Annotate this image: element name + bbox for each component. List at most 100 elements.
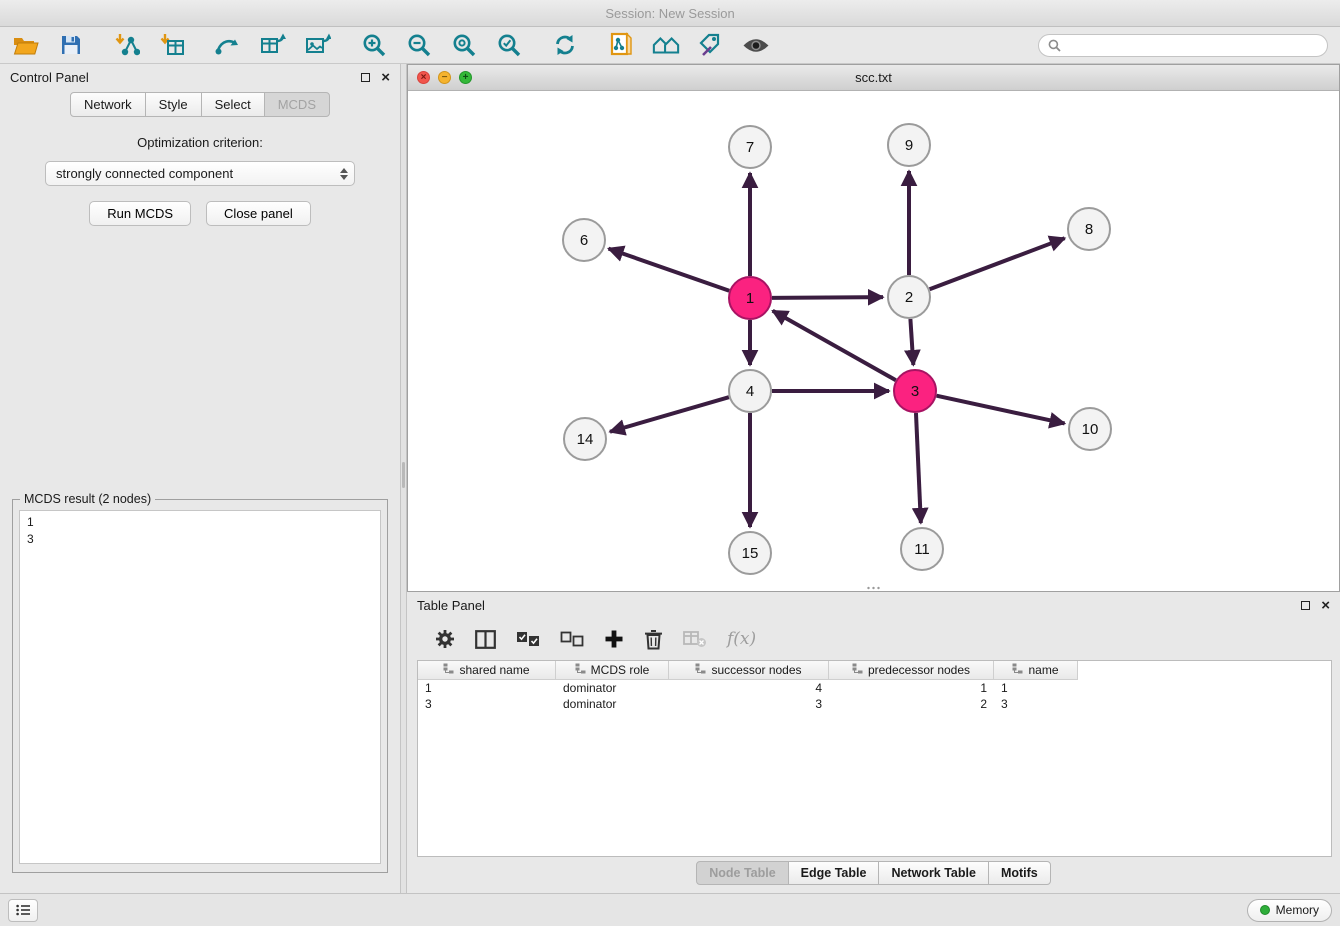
sort-hierarchy-icon — [695, 663, 706, 677]
criterion-dropdown[interactable]: strongly connected component — [45, 161, 355, 186]
table-cell[interactable]: dominator — [556, 696, 669, 712]
graph-node-3[interactable]: 3 — [894, 370, 936, 412]
network-arrows-icon[interactable] — [214, 31, 242, 59]
graph-edge-1-6[interactable] — [609, 249, 730, 291]
table-cell[interactable]: 3 — [418, 696, 556, 712]
zoom-out-icon[interactable] — [405, 31, 433, 59]
table-tab-motifs[interactable]: Motifs — [988, 861, 1051, 885]
task-history-button[interactable] — [8, 899, 38, 922]
table-row[interactable]: 1dominator411 — [418, 680, 1331, 696]
memory-button[interactable]: Memory — [1247, 899, 1332, 922]
svg-text:8: 8 — [1085, 221, 1093, 238]
show-column-panel-icon[interactable] — [475, 630, 496, 649]
table-cell[interactable]: 1 — [418, 680, 556, 696]
control-panel-close-icon[interactable]: × — [381, 70, 390, 85]
graph-edge-3-10[interactable] — [936, 396, 1064, 424]
graph-node-11[interactable]: 11 — [901, 528, 943, 570]
save-session-icon[interactable] — [57, 31, 85, 59]
table-cell[interactable]: 1 — [994, 680, 1078, 696]
zoom-selected-icon[interactable] — [495, 31, 523, 59]
mcds-result-title: MCDS result (2 nodes) — [20, 492, 155, 506]
table-tab-network-table[interactable]: Network Table — [878, 861, 989, 885]
graph-edge-3-11[interactable] — [916, 413, 921, 523]
control-panel-tab-network[interactable]: Network — [70, 92, 146, 117]
import-table-icon[interactable] — [158, 31, 186, 59]
search-input[interactable] — [1066, 38, 1318, 52]
control-panel-tab-select[interactable]: Select — [201, 92, 265, 117]
table-tab-node-table[interactable]: Node Table — [696, 861, 788, 885]
table-panel: Table Panel × — [407, 592, 1340, 893]
refresh-icon[interactable] — [551, 31, 579, 59]
graph-node-15[interactable]: 15 — [729, 532, 771, 574]
splitter-grip-icon[interactable] — [402, 462, 405, 488]
graph-node-14[interactable]: 14 — [564, 418, 606, 460]
node-table-body[interactable]: 1dominator4113dominator323 — [418, 680, 1331, 856]
search-field-container[interactable] — [1038, 34, 1328, 57]
panel-splitter[interactable] — [400, 64, 407, 893]
close-panel-button[interactable]: Close panel — [206, 201, 311, 226]
column-header-shared-name[interactable]: shared name — [418, 661, 556, 680]
memory-button-label: Memory — [1276, 903, 1319, 917]
import-network-icon[interactable] — [113, 31, 141, 59]
table-cell[interactable]: 4 — [669, 680, 829, 696]
mcds-result-list[interactable]: 13 — [19, 510, 381, 864]
graph-node-9[interactable]: 9 — [888, 124, 930, 166]
table-panel-close-icon[interactable]: × — [1321, 598, 1330, 613]
graph-node-8[interactable]: 8 — [1068, 208, 1110, 250]
control-panel-tab-mcds[interactable]: MCDS — [264, 92, 330, 117]
graph-node-10[interactable]: 10 — [1069, 408, 1111, 450]
table-cell[interactable]: 3 — [669, 696, 829, 712]
control-panel-tab-style[interactable]: Style — [145, 92, 202, 117]
graph-edge-2-8[interactable] — [930, 238, 1065, 289]
column-header-mcds-role[interactable]: MCDS role — [556, 661, 669, 680]
criterion-dropdown-value: strongly connected component — [56, 166, 233, 181]
network-view-window: scc.txt × − + 7 9 6 8 1 2 4 3 14 10 15 11 — [407, 64, 1340, 592]
toolbar-group-refresh — [551, 31, 579, 59]
window-close-icon[interactable]: × — [417, 71, 430, 84]
export-table-icon[interactable] — [259, 31, 287, 59]
graph-node-6[interactable]: 6 — [563, 219, 605, 261]
table-cell[interactable]: 2 — [829, 696, 994, 712]
table-panel-float-icon[interactable] — [1301, 601, 1310, 610]
graph-node-7[interactable]: 7 — [729, 126, 771, 168]
table-row[interactable]: 3dominator323 — [418, 696, 1331, 712]
graph-node-2[interactable]: 2 — [888, 276, 930, 318]
zoom-fit-icon[interactable] — [450, 31, 478, 59]
window-minimize-icon[interactable]: − — [438, 71, 451, 84]
clone-network-icon[interactable] — [607, 31, 635, 59]
zoom-in-icon[interactable] — [360, 31, 388, 59]
delete-column-trash-icon[interactable] — [644, 629, 663, 650]
graph-node-4[interactable]: 4 — [729, 370, 771, 412]
network-window-titlebar[interactable]: scc.txt × − + — [408, 65, 1339, 91]
table-tab-edge-table[interactable]: Edge Table — [788, 861, 880, 885]
first-neighbors-icon[interactable] — [652, 31, 680, 59]
open-file-icon[interactable] — [12, 31, 40, 59]
window-zoom-icon[interactable]: + — [459, 71, 472, 84]
list-icon — [16, 904, 31, 916]
network-graph[interactable]: 7 9 6 8 1 2 4 3 14 10 15 11 — [408, 91, 1340, 592]
table-cell[interactable]: dominator — [556, 680, 669, 696]
export-image-icon[interactable] — [304, 31, 332, 59]
control-panel-float-icon[interactable] — [361, 73, 370, 82]
column-header-predecessor-nodes[interactable]: predecessor nodes — [829, 661, 994, 680]
svg-text:6: 6 — [580, 232, 588, 249]
create-column-plus-icon[interactable] — [604, 629, 624, 649]
table-settings-gear-icon[interactable] — [435, 629, 455, 649]
network-canvas[interactable]: 7 9 6 8 1 2 4 3 14 10 15 11 — [408, 91, 1339, 591]
column-header-successor-nodes[interactable]: successor nodes — [669, 661, 829, 680]
show-details-eye-icon[interactable] — [742, 31, 770, 59]
table-cell[interactable]: 1 — [829, 680, 994, 696]
table-cell[interactable]: 3 — [994, 696, 1078, 712]
annotation-icon[interactable] — [697, 31, 725, 59]
select-all-columns-icon[interactable] — [516, 631, 540, 647]
mcds-result-item: 1 — [27, 514, 373, 531]
graph-edge-1-2[interactable] — [772, 297, 883, 298]
run-mcds-button[interactable]: Run MCDS — [89, 201, 191, 226]
graph-edge-3-1[interactable] — [773, 311, 896, 380]
network-window-resize-grip[interactable] — [866, 586, 882, 590]
column-header-name[interactable]: name — [994, 661, 1078, 680]
graph-node-1[interactable]: 1 — [729, 277, 771, 319]
graph-edge-4-14[interactable] — [610, 397, 729, 432]
graph-edge-2-3[interactable] — [910, 319, 913, 365]
deselect-all-columns-icon[interactable] — [560, 631, 584, 647]
